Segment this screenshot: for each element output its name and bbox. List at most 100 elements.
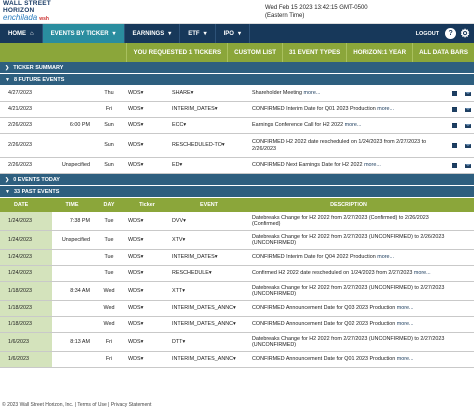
event-type[interactable]: INTERIM_DATES_ANNC ▾ — [168, 352, 250, 367]
event-ticker[interactable]: WDS ▾ — [126, 250, 168, 265]
event-types-button[interactable]: 31 EVENT TYPES — [281, 43, 346, 62]
event-ticker[interactable]: WDS ▾ — [126, 266, 168, 281]
nav-etf[interactable]: ETF ▾ — [180, 24, 216, 43]
event-ticker[interactable]: WDS ▾ — [126, 118, 168, 133]
more-link[interactable]: more... — [364, 162, 381, 168]
chevron-right-icon: ❯ — [5, 64, 10, 71]
table-row: 1/18/2023 Wed WDS ▾ INTERIM_DATES_ANNC ▾ CON… — [0, 301, 474, 317]
col-day[interactable]: DAY — [92, 198, 126, 212]
event-type[interactable]: INTERIM_DATES_ANNC ▾ — [168, 301, 250, 316]
col-event[interactable]: EVENT — [168, 198, 250, 212]
event-type[interactable]: XTT ▾ — [168, 282, 250, 300]
event-type[interactable]: ECC ▾ — [168, 118, 250, 133]
event-ticker[interactable]: WDS ▾ — [126, 134, 168, 157]
mail-icon-cell[interactable] — [461, 86, 474, 101]
event-day: Tue — [104, 270, 114, 277]
mail-icon[interactable] — [464, 163, 471, 168]
col-description[interactable]: DESCRIPTION — [250, 198, 447, 212]
col-ticker[interactable]: Ticker — [126, 198, 168, 212]
calendar-icon-cell[interactable] — [447, 118, 461, 133]
mail-icon-cell[interactable] — [461, 158, 474, 173]
calendar-icon-cell[interactable] — [447, 158, 461, 173]
page-footer: © 2023 Wall Street Horizon, Inc. | Terms… — [0, 401, 474, 409]
gear-icon[interactable]: ⚙ — [460, 27, 470, 40]
nav-ipo[interactable]: IPO ▾ — [216, 24, 250, 43]
more-link[interactable]: more... — [304, 90, 321, 96]
event-ticker[interactable]: WDS ▾ — [126, 102, 168, 117]
event-day: Tue — [104, 254, 114, 261]
logo-line1: WALL STREET HORIZON — [3, 0, 51, 14]
event-code: DTT — [172, 338, 183, 345]
event-type[interactable]: SHARE ▾ — [168, 86, 250, 101]
wsh-logo[interactable]: WALL STREET HORIZON enchilada wsh — [0, 0, 60, 23]
calendar-icon-cell[interactable] — [447, 86, 461, 101]
chevron-down-icon: ▾ — [233, 305, 236, 312]
nav-home[interactable]: HOME ⌂ — [0, 24, 43, 43]
top-nav: HOME ⌂ EVENTS BY TICKER ▾ EARNINGS ▾ ETF ▾ I… — [0, 24, 474, 43]
nav-earnings[interactable]: EARNINGS ▾ — [125, 24, 181, 43]
section-events-today-label: 0 EVENTS TODAY — [13, 176, 60, 183]
more-link[interactable]: more... — [377, 106, 394, 112]
calendar-icon[interactable] — [451, 91, 457, 96]
help-icon[interactable]: ? — [445, 28, 457, 39]
event-type[interactable]: RESCHEDULED-TO ▾ — [168, 134, 250, 157]
mail-icon-cell[interactable] — [461, 134, 474, 157]
more-link[interactable]: more... — [397, 305, 414, 311]
requested-tickers-button[interactable]: YOU REQUESTED 1 TICKERS — [126, 43, 227, 62]
event-date: 2/26/2023 — [8, 122, 32, 129]
event-time — [52, 352, 92, 367]
more-link[interactable]: more... — [345, 122, 362, 128]
custom-list-button[interactable]: CUSTOM LIST — [227, 43, 282, 62]
event-ticker[interactable]: WDS ▾ — [126, 158, 168, 173]
event-type[interactable]: INTERIM_DATES ▾ — [168, 102, 250, 117]
calendar-icon-cell[interactable] — [447, 134, 461, 157]
col-time[interactable]: TIME — [52, 198, 92, 212]
description-text: CONFIRMED H2 2022 date rescheduled on 1/… — [252, 139, 427, 152]
logout-link[interactable]: LOGOUT — [410, 31, 446, 37]
event-ticker[interactable]: WDS ▾ — [126, 317, 168, 332]
calendar-icon[interactable] — [451, 123, 457, 128]
horizon-button[interactable]: HORIZON:1 YEAR — [346, 43, 412, 62]
more-link[interactable]: more... — [377, 254, 394, 260]
section-future-events[interactable]: ▼ 8 FUTURE EVENTS — [0, 74, 474, 86]
event-ticker[interactable]: WDS ▾ — [126, 212, 168, 230]
event-ticker[interactable]: WDS ▾ — [126, 301, 168, 316]
more-link[interactable]: more... — [397, 356, 414, 362]
ticker-symbol: WDS — [128, 356, 141, 363]
event-ticker[interactable]: WDS ▾ — [126, 282, 168, 300]
section-ticker-summary[interactable]: ❯ TICKER SUMMARY — [0, 62, 474, 74]
more-link[interactable]: more... — [414, 270, 431, 276]
datetime-line2: (Eastern Time) — [265, 12, 305, 19]
col-date[interactable]: DATE — [0, 198, 52, 212]
mail-icon-cell[interactable] — [461, 118, 474, 133]
terms-link[interactable]: Terms of Use — [77, 402, 106, 408]
event-type[interactable]: INTERIM_DATES ▾ — [168, 250, 250, 265]
event-type[interactable]: DTT ▾ — [168, 333, 250, 351]
privacy-link[interactable]: Privacy Statement — [111, 402, 152, 408]
event-ticker[interactable]: WDS ▾ — [126, 231, 168, 249]
calendar-icon[interactable] — [451, 143, 457, 148]
more-link[interactable]: more... — [397, 321, 414, 327]
table-row: 4/21/2023 Fri WDS ▾ INTERIM_DATES ▾ CONFIRME… — [0, 102, 474, 118]
event-type[interactable]: ED ▾ — [168, 158, 250, 173]
mail-icon-cell[interactable] — [461, 102, 474, 117]
nav-events-by-ticker[interactable]: EVENTS BY TICKER ▾ — [42, 24, 125, 43]
calendar-icon[interactable] — [451, 163, 457, 168]
data-bars-button[interactable]: ALL DATA BARS — [412, 43, 474, 62]
calendar-icon-cell[interactable] — [447, 102, 461, 117]
event-type[interactable]: INTERIM_DATES_ANNC ▾ — [168, 317, 250, 332]
event-ticker[interactable]: WDS ▾ — [126, 86, 168, 101]
calendar-icon[interactable] — [451, 107, 457, 112]
event-type[interactable]: RESCHEDULE ▾ — [168, 266, 250, 281]
section-events-today[interactable]: ❯ 0 EVENTS TODAY — [0, 174, 474, 186]
event-day: Wed — [103, 321, 115, 328]
event-ticker[interactable]: WDS ▾ — [126, 333, 168, 351]
mail-icon[interactable] — [464, 143, 471, 148]
mail-icon[interactable] — [464, 107, 471, 112]
mail-icon[interactable] — [464, 123, 471, 128]
event-type[interactable]: DVV ▾ — [168, 212, 250, 230]
event-type[interactable]: XTV ▾ — [168, 231, 250, 249]
event-ticker[interactable]: WDS ▾ — [126, 352, 168, 367]
section-past-events[interactable]: ▼ 33 PAST EVENTS — [0, 186, 474, 198]
mail-icon[interactable] — [464, 91, 471, 96]
